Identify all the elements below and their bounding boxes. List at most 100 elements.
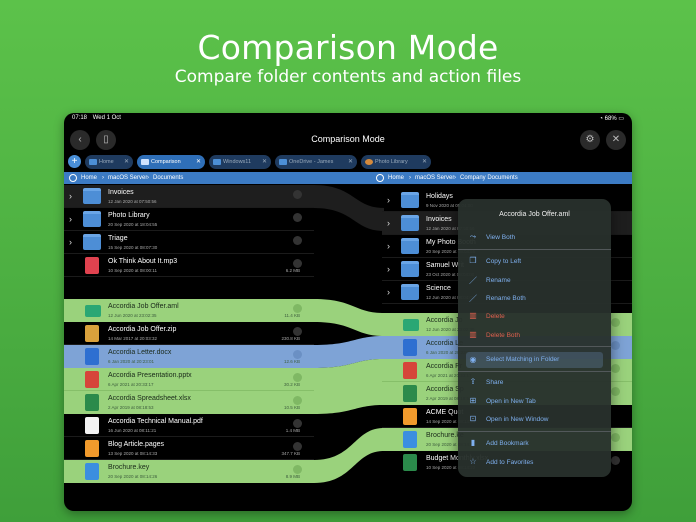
breadcrumb-right-home[interactable]: Home xyxy=(388,172,404,184)
select-circle[interactable] xyxy=(293,465,302,474)
select-circle[interactable] xyxy=(293,259,302,268)
menu-item-view-both[interactable]: ⤳ View Both xyxy=(466,232,603,244)
file-date: 12 Jun 2020 at 23:02:35 xyxy=(108,313,157,318)
close-icon[interactable]: ✕ xyxy=(348,155,353,169)
chevron-right-icon[interactable]: › xyxy=(69,237,72,247)
list-item[interactable]: Accordia Job Offer.zip 14 Mar 2017 at 20… xyxy=(64,322,314,345)
select-circle[interactable] xyxy=(293,213,302,222)
wifi-icon: ◔ xyxy=(599,116,603,122)
breadcrumb-left-home[interactable]: Home xyxy=(81,172,97,184)
select-circle[interactable] xyxy=(293,396,302,405)
settings-button[interactable]: ⚙ xyxy=(580,130,600,150)
select-circle[interactable] xyxy=(611,364,620,373)
select-circle[interactable] xyxy=(293,419,302,428)
select-circle[interactable] xyxy=(611,318,620,327)
list-item[interactable]: Accordia Letter.docx 6 Jan 2020 at 20:23… xyxy=(64,345,314,368)
list-item[interactable]: › Triage 15 Sep 2020 at 08:07:30 xyxy=(64,231,314,254)
list-item[interactable]: Ok Think About It.mp3 10 Sep 2020 at 08:… xyxy=(64,254,314,277)
list-item[interactable]: › Invoices 12 Jan 2020 at 07:50:56 xyxy=(64,185,314,208)
status-bar: 07:18 Wed 1 Oct ◔ 68% ▭ xyxy=(72,115,624,125)
menu-item-copy-to-left[interactable]: ❐ Copy to Left xyxy=(466,256,603,268)
list-item[interactable]: Accordia Presentation.pptx 6 Apr 2021 at… xyxy=(64,368,314,391)
email-file-icon xyxy=(85,305,101,317)
list-item[interactable]: Blog Article.pages 13 Sep 2020 at 08:14:… xyxy=(64,437,314,460)
close-button[interactable]: ✕ xyxy=(606,130,626,150)
menu-divider xyxy=(458,431,611,432)
select-circle[interactable] xyxy=(293,190,302,199)
menu-item-delete[interactable]: ▥ Delete xyxy=(466,311,603,323)
chevron-right-icon[interactable]: › xyxy=(387,195,390,205)
file-name: Photo Library xyxy=(108,212,150,219)
close-icon[interactable]: ✕ xyxy=(196,155,201,169)
chevron-right-icon[interactable]: › xyxy=(387,287,390,297)
menu-item-open-new-tab[interactable]: ⊞ Open in New Tab xyxy=(466,396,603,408)
chevron-right-icon: › xyxy=(147,175,149,181)
menu-item-add-bookmark[interactable]: ▮ Add Bookmark xyxy=(466,438,603,450)
file-size: 8.9 MB xyxy=(285,474,300,479)
window-title: Comparison Mode xyxy=(311,134,385,144)
plus-icon: + xyxy=(71,156,78,167)
file-date: 16 Jun 2020 at 08:11:21 xyxy=(108,428,157,433)
select-circle[interactable] xyxy=(293,373,302,382)
tab-home[interactable]: Home ✕ xyxy=(85,155,133,169)
battery-icon: ▭ xyxy=(618,116,624,122)
close-icon[interactable]: ✕ xyxy=(124,155,129,169)
menu-item-rename-both[interactable]: ／ Rename Both xyxy=(466,293,603,305)
select-circle[interactable] xyxy=(293,236,302,245)
tab-photo-library[interactable]: Photo Library ✕ xyxy=(361,155,431,169)
chevron-right-icon[interactable]: › xyxy=(387,241,390,251)
breadcrumb-left-server[interactable]: macOS Server xyxy=(108,172,147,184)
select-circle[interactable] xyxy=(611,341,620,350)
select-circle[interactable] xyxy=(293,442,302,451)
list-item[interactable]: Accordia Spreadsheet.xlsx 2 Apr 2019 at … xyxy=(64,391,314,414)
menu-item-delete-both[interactable]: ▥ Delete Both xyxy=(466,330,603,342)
cloud-icon xyxy=(279,159,287,165)
list-item[interactable]: Accordia Job Offer.aml 12 Jun 2020 at 23… xyxy=(64,299,314,322)
status-time: 07:18 xyxy=(72,115,88,121)
powerpoint-file-icon xyxy=(85,371,99,388)
menu-item-add-favorites[interactable]: ☆ Add to Favorites xyxy=(466,457,603,469)
new-tab-button[interactable]: + xyxy=(68,155,81,168)
file-name: Accordia Job Offer.zip xyxy=(108,326,177,333)
list-item[interactable]: Accordia Technical Manual.pdf 16 Jun 202… xyxy=(64,414,314,437)
chevron-right-icon: › xyxy=(102,175,104,181)
word-file-icon xyxy=(85,348,99,365)
select-circle[interactable] xyxy=(611,456,620,465)
select-circle[interactable] xyxy=(293,350,302,359)
menu-item-share[interactable]: ⇪ Share xyxy=(466,377,603,389)
close-icon[interactable]: ✕ xyxy=(422,155,427,169)
title-bar: ‹ ▯ Comparison Mode ⚙ ✕ xyxy=(64,127,632,153)
chevron-right-icon[interactable]: › xyxy=(387,264,390,274)
list-item[interactable]: › Photo Library 20 Sep 2020 at 18:04:55 xyxy=(64,208,314,231)
tab-onedrive[interactable]: OneDrive - James ✕ xyxy=(275,155,357,169)
refresh-icon[interactable] xyxy=(376,174,384,182)
select-circle[interactable] xyxy=(293,304,302,313)
select-circle[interactable] xyxy=(611,433,620,442)
select-circle[interactable] xyxy=(293,327,302,336)
select-circle[interactable] xyxy=(611,387,620,396)
pages-file-icon xyxy=(85,440,99,457)
breadcrumb-right-server[interactable]: macOS Server xyxy=(415,172,454,184)
menu-item-select-matching[interactable]: ◉ Select Matching in Folder xyxy=(466,352,603,368)
bookmark-icon: ▮ xyxy=(470,438,476,447)
tab-comparison[interactable]: Comparison ✕ xyxy=(137,155,205,169)
share-icon: ⇪ xyxy=(469,377,477,386)
breadcrumb-left-documents[interactable]: Documents xyxy=(153,172,183,184)
refresh-icon[interactable] xyxy=(69,174,77,182)
list-item[interactable]: Brochure.key 20 Sep 2020 at 08:14:26 8.9… xyxy=(64,460,314,483)
menu-item-open-new-window[interactable]: ⊡ Open in New Window xyxy=(466,414,603,426)
new-tab-icon: ⊞ xyxy=(469,396,477,405)
breadcrumb-right-company[interactable]: Company Documents xyxy=(460,172,518,184)
chevron-right-icon[interactable]: › xyxy=(69,191,72,201)
menu-divider xyxy=(458,371,611,372)
chevron-right-icon[interactable]: › xyxy=(387,218,390,228)
menu-item-rename[interactable]: ／ Rename xyxy=(466,275,603,287)
file-date: 2 Apr 2019 at 08:18:53 xyxy=(108,405,154,410)
close-icon[interactable]: ✕ xyxy=(262,155,267,169)
context-menu-title: Accordia Job Offer.aml xyxy=(499,211,570,218)
tab-windows11[interactable]: Windows11 ✕ xyxy=(209,155,271,169)
file-name: Accordia Job Offer.aml xyxy=(108,303,179,310)
email-file-icon xyxy=(403,319,419,331)
chevron-right-icon[interactable]: › xyxy=(69,214,72,224)
menu-item-label: Open in New Tab xyxy=(486,398,536,405)
